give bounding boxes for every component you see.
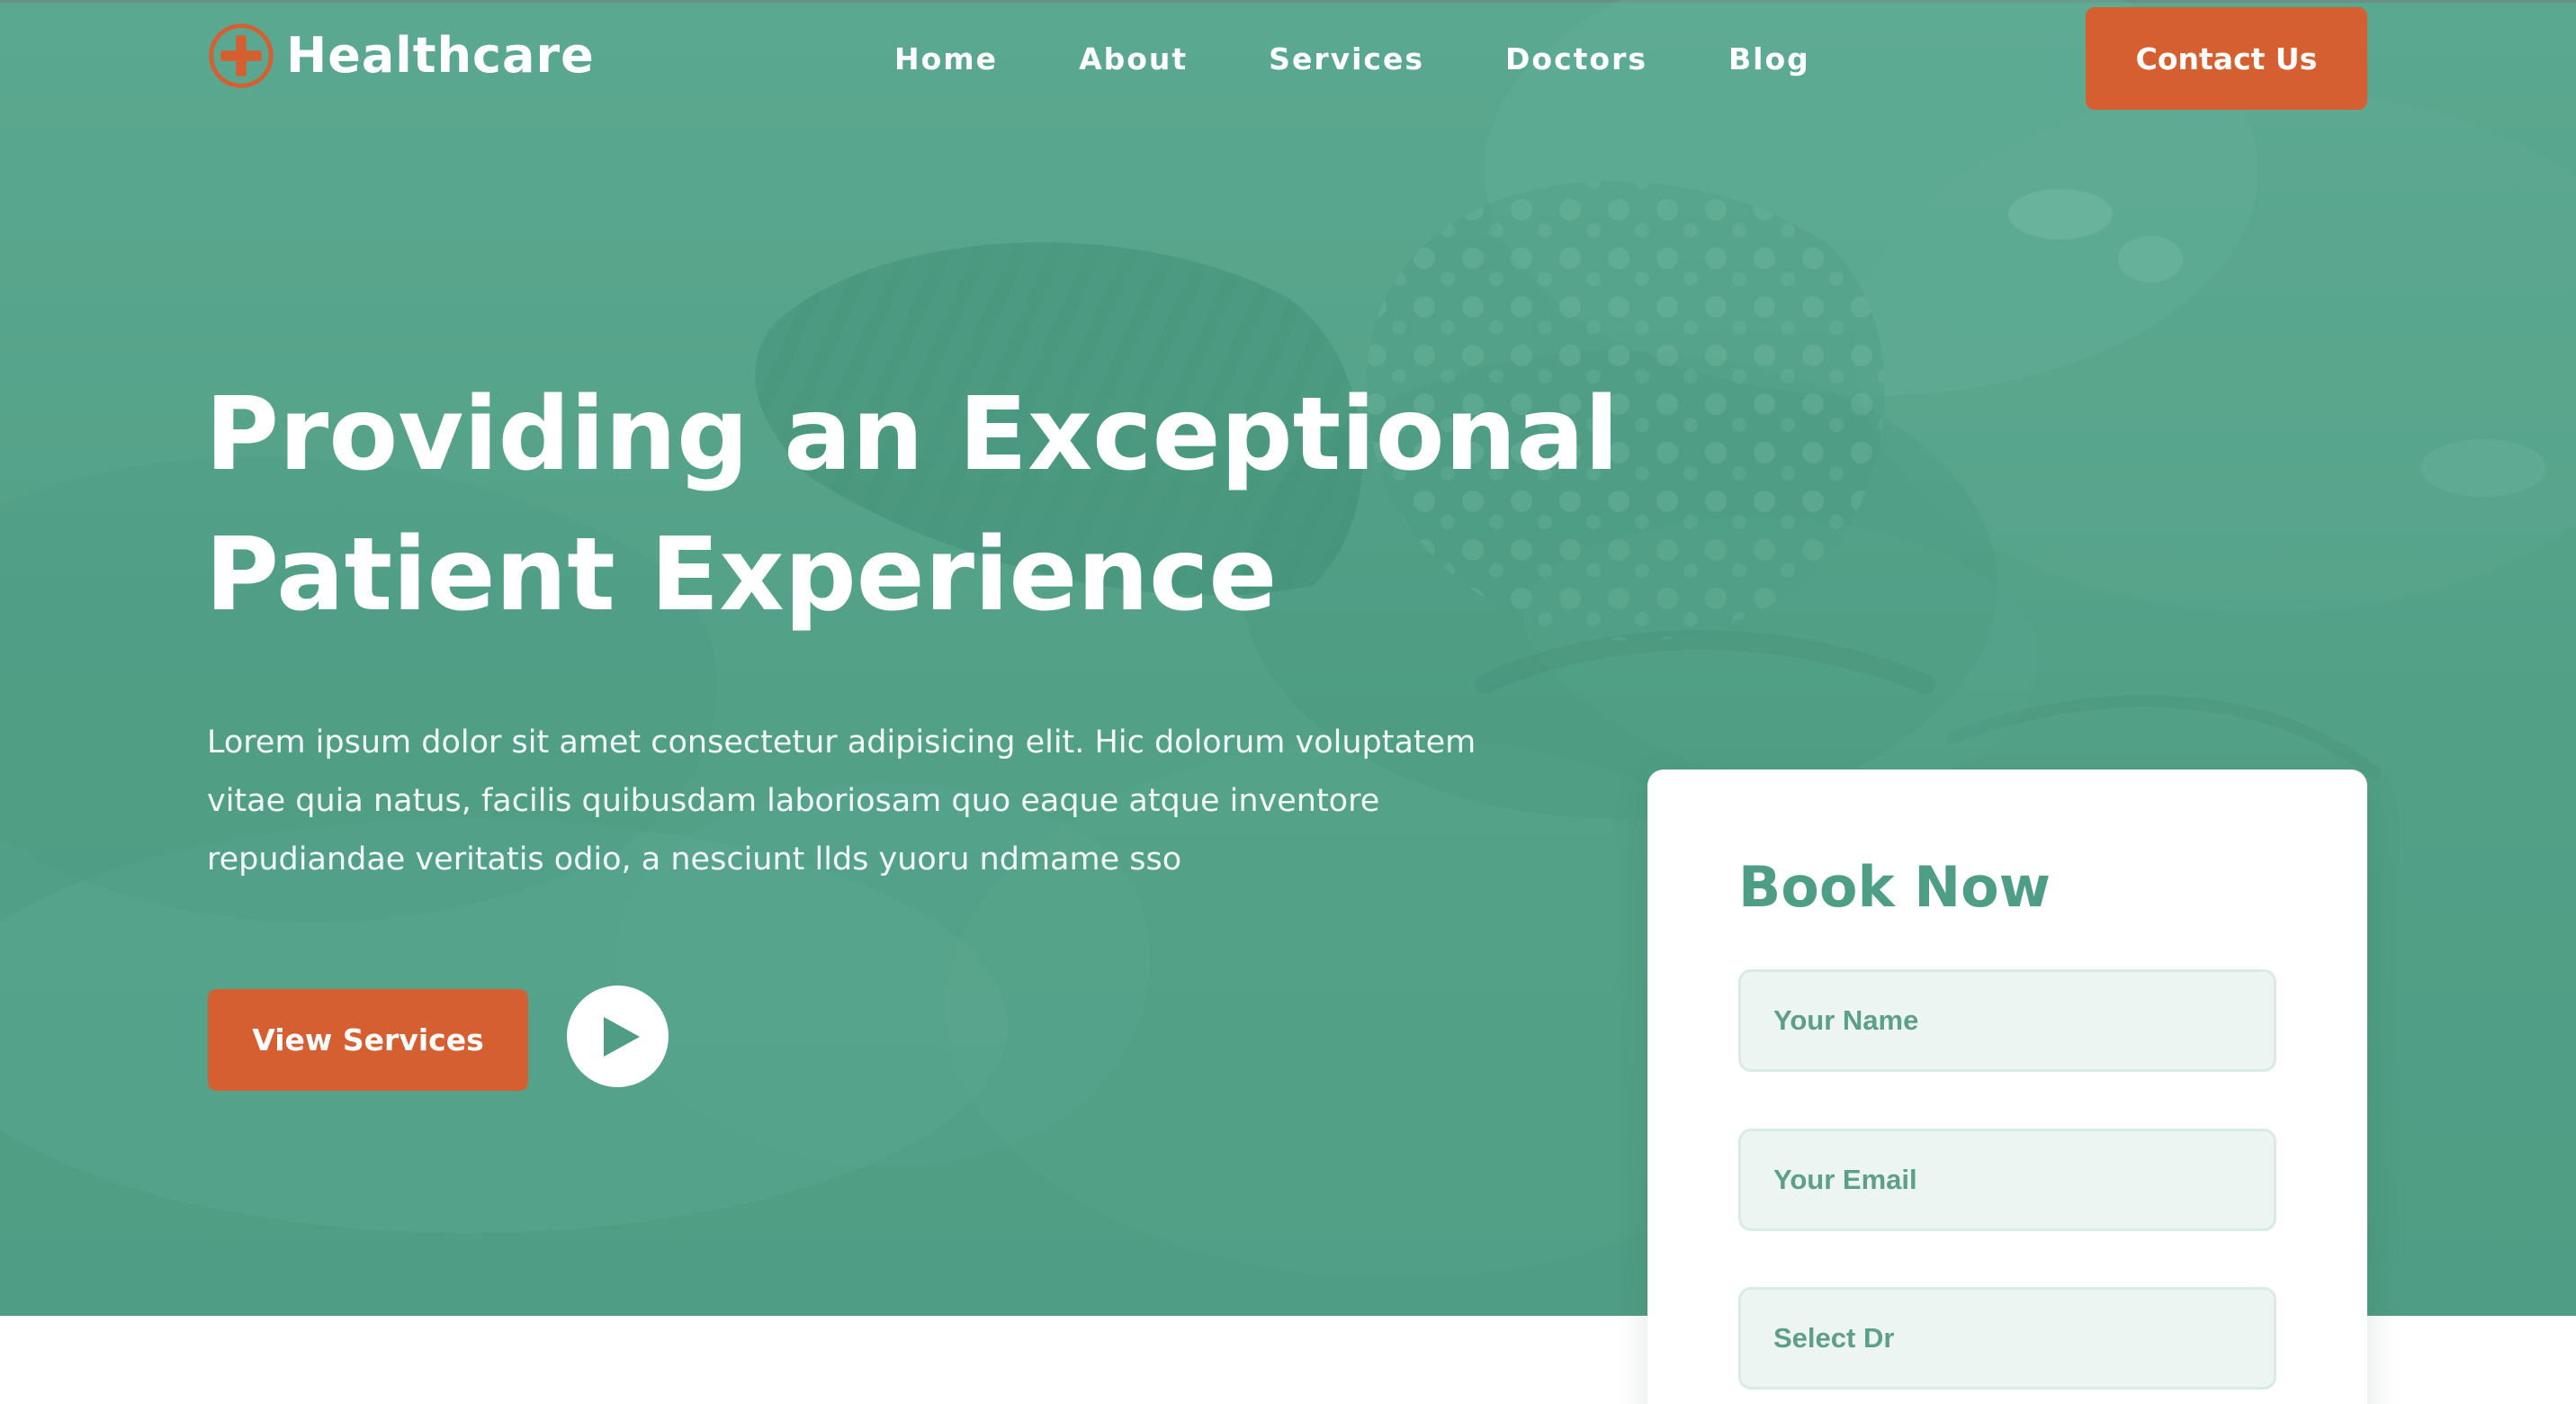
name-input[interactable] <box>1738 969 2276 1072</box>
play-video-button[interactable] <box>567 986 669 1087</box>
booking-title: Book Now <box>1738 854 2051 920</box>
doctor-select[interactable]: Select Dr <box>1738 1287 2276 1390</box>
booking-form-card: Book Now Select Dr <box>1647 770 2367 1404</box>
hero-headline: Providing an Exceptional Patient Experie… <box>205 364 1690 645</box>
brand-logo-link[interactable]: Healthcare <box>207 20 595 92</box>
hero-description: Lorem ipsum dolor sit amet consectetur a… <box>207 724 1476 878</box>
play-icon <box>603 1016 640 1057</box>
hero-headline-line-2: Patient Experience <box>205 517 1278 634</box>
doctor-select-value: Select Dr <box>1773 1322 1895 1354</box>
main-navigation: Home About Services Doctors Blog <box>894 36 1810 81</box>
nav-blog-link[interactable]: Blog <box>1728 41 1810 76</box>
plus-circle-icon <box>209 23 274 88</box>
nav-about-link[interactable]: About <box>1079 41 1188 76</box>
nav-home-link[interactable]: Home <box>894 41 998 76</box>
nav-doctors-link[interactable]: Doctors <box>1505 41 1647 76</box>
email-input[interactable] <box>1738 1129 2276 1231</box>
hero-headline-line-1: Providing an Exceptional <box>205 376 1620 493</box>
healthcare-landing-page: Healthcare Home About Services Doctors B… <box>0 0 2576 1404</box>
brand-name: Healthcare <box>286 27 595 84</box>
nav-services-link[interactable]: Services <box>1269 41 1424 76</box>
view-services-button[interactable]: View Services <box>208 989 528 1091</box>
contact-us-button[interactable]: Contact Us <box>2086 7 2367 110</box>
